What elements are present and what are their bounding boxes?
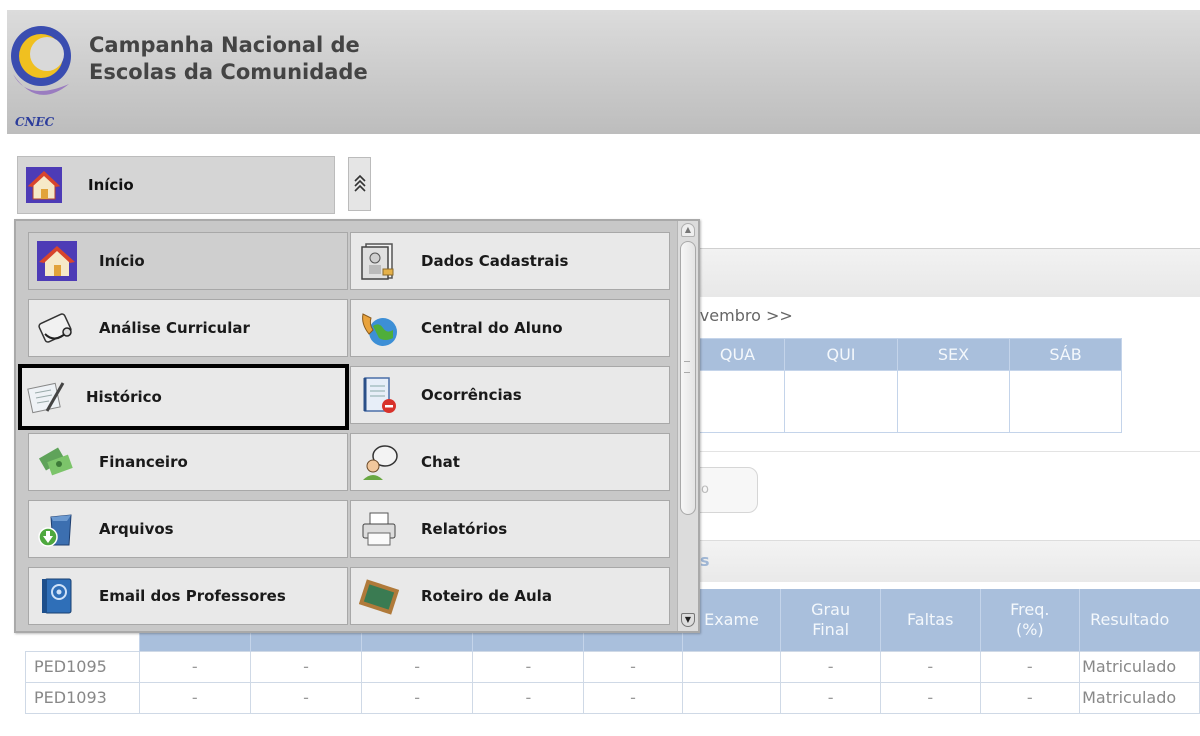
menu-item-label: Dados Cadastrais [421, 252, 569, 270]
logo-text: CNEC [15, 115, 55, 129]
menu-item-arquivos[interactable]: Arquivos [28, 500, 348, 558]
grades-column-header: Freq. (%) [979, 589, 1080, 651]
current-menu-label: Início [88, 176, 134, 194]
grades-section-header: s [680, 540, 1200, 582]
calendar-day-header: SÁB [1009, 338, 1122, 371]
calendar-day-header: QUA [690, 338, 785, 371]
background-button[interactable]: o [690, 467, 758, 513]
menu-item-label: Análise Curricular [99, 319, 250, 337]
navigation-menu-dropdown: Início Dados Cadastrais Análise Curricul… [14, 219, 700, 633]
grade-cell: - [249, 681, 363, 714]
grade-cell: - [249, 650, 363, 683]
menu-item-label: Relatórios [421, 520, 508, 538]
menu-item-roteiro-de-aula[interactable]: Roteiro de Aula [350, 567, 670, 625]
calendar-panel-header [680, 249, 1200, 297]
cnec-logo: CNEC [11, 26, 71, 129]
menu-item-label: Arquivos [99, 520, 174, 538]
collapse-menu-button[interactable] [348, 157, 371, 211]
calendar-cell[interactable] [1009, 370, 1122, 433]
menu-item-chat[interactable]: Chat [350, 433, 670, 491]
menu-item-historico[interactable]: Histórico [18, 364, 349, 430]
menu-item-analise-curricular[interactable]: Análise Curricular [28, 299, 348, 357]
grade-cell: - [583, 681, 683, 714]
grade-cell: - [138, 650, 251, 683]
calendar-cell[interactable] [784, 370, 898, 433]
grades-section-title: s [700, 551, 710, 570]
scroll-up-arrow-icon[interactable]: ▲ [681, 223, 695, 237]
id-card-icon [361, 243, 394, 280]
grade-cell: - [472, 681, 585, 714]
calendar-day-header: QUI [784, 338, 898, 371]
printer-icon [362, 512, 396, 546]
chevron-up-double-icon [353, 174, 366, 192]
calendar-cell[interactable] [690, 370, 785, 433]
home-icon [37, 241, 77, 281]
result-cell: Matriculado [1079, 650, 1200, 683]
course-code: PED1093 [25, 681, 140, 714]
table-row[interactable]: PED1095 - - - - - - - - Matriculado [25, 650, 1200, 683]
grade-cell: - [879, 650, 981, 683]
address-book-icon [42, 578, 72, 614]
menu-item-inicio[interactable]: Início [28, 232, 348, 290]
month-navigation[interactable]: ovembro >> [690, 306, 793, 325]
grade-cell: - [979, 650, 1081, 683]
menu-item-label: Email dos Professores [99, 587, 286, 605]
brand-line-2: Escolas da Comunidade [89, 60, 368, 84]
grade-cell: - [361, 650, 474, 683]
menu-item-email-dos-professores[interactable]: Email dos Professores [28, 567, 348, 625]
menu-item-label: Central do Aluno [421, 319, 563, 337]
menu-item-label: Financeiro [99, 453, 188, 471]
home-icon [26, 167, 62, 203]
scroll-down-arrow-icon[interactable]: ▼ [681, 613, 695, 627]
grade-cell: - [472, 650, 585, 683]
grade-cell: - [780, 681, 881, 714]
result-cell: Matriculado [1079, 681, 1200, 714]
scrollbar-grip-icon [684, 361, 690, 373]
menu-item-central-do-aluno[interactable]: Central do Aluno [350, 299, 670, 357]
stethoscope-icon [38, 313, 72, 343]
scrollbar-thumb[interactable] [680, 241, 696, 515]
grades-column-header: Resultado [1079, 589, 1200, 651]
grades-column-header: Grau Final [780, 589, 881, 651]
menu-scrollbar[interactable]: ▲ ▼ [677, 221, 698, 631]
calendar-cell[interactable] [897, 370, 1010, 433]
grade-cell: - [979, 681, 1081, 714]
grade-cell [681, 681, 782, 714]
current-menu-item[interactable]: Início [17, 156, 335, 214]
download-bin-icon [38, 514, 72, 547]
menu-item-dados-cadastrais[interactable]: Dados Cadastrais [350, 232, 670, 290]
table-row[interactable]: PED1093 - - - - - - - - Matriculado [25, 681, 1200, 714]
menu-item-financeiro[interactable]: Financeiro [28, 433, 348, 491]
menu-item-label: Ocorrências [421, 386, 522, 404]
brand-title: Campanha Nacional de Escolas da Comunida… [89, 32, 368, 86]
course-code: PED1095 [25, 650, 140, 683]
brand-line-1: Campanha Nacional de [89, 33, 360, 57]
grades-column-header: Faltas [879, 589, 981, 651]
grade-cell: - [583, 650, 683, 683]
money-icon [38, 447, 73, 476]
grade-cell: - [879, 681, 981, 714]
menu-item-label: Histórico [86, 388, 162, 406]
menu-item-ocorrencias[interactable]: Ocorrências [350, 366, 670, 424]
menu-item-relatorios[interactable]: Relatórios [350, 500, 670, 558]
menu-item-label: Chat [421, 453, 460, 471]
grade-cell [681, 650, 782, 683]
grade-cell: - [361, 681, 474, 714]
grade-cell: - [780, 650, 881, 683]
globe-phone-icon [362, 313, 397, 346]
notebook-alert-icon [363, 377, 396, 413]
calendar-day-header: SEX [897, 338, 1010, 371]
calendar-table: QUA QUI SEX SÁB [690, 338, 1122, 433]
document-pen-icon [27, 382, 65, 414]
grade-cell: - [138, 681, 251, 714]
menu-item-label: Roteiro de Aula [421, 587, 552, 605]
chat-user-icon [363, 445, 398, 480]
app-header: CNEC Campanha Nacional de Escolas da Com… [7, 10, 1200, 134]
chalkboard-icon [359, 579, 399, 615]
menu-item-label: Início [99, 252, 145, 270]
